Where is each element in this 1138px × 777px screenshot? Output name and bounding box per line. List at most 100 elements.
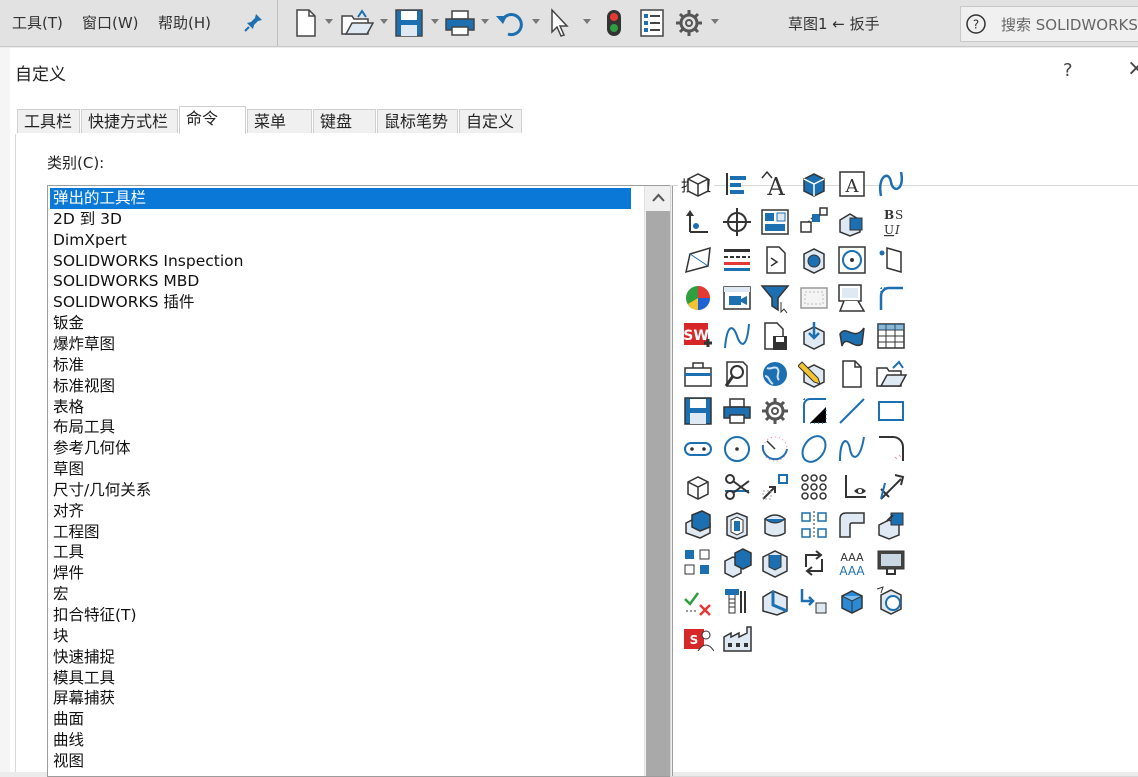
pattern-dots-icon[interactable] xyxy=(798,471,830,503)
toolbox-icon[interactable] xyxy=(682,358,714,390)
circle-icon[interactable] xyxy=(721,433,753,465)
undo-dropdown-icon[interactable] xyxy=(532,19,540,24)
box-3d-icon[interactable] xyxy=(798,168,830,200)
perpendicular-icon[interactable] xyxy=(836,471,868,503)
scroll-thumb[interactable] xyxy=(646,211,671,776)
sketch-fillet-icon[interactable] xyxy=(875,433,907,465)
category-item[interactable]: 2D 到 3D xyxy=(50,209,631,230)
globe-icon[interactable] xyxy=(759,358,791,390)
open-folder-icon[interactable] xyxy=(340,8,374,38)
shell-icon[interactable] xyxy=(721,509,753,541)
letter-a-icon[interactable]: A xyxy=(836,168,868,200)
align-left-icon[interactable] xyxy=(721,168,753,200)
color-wheel-icon[interactable] xyxy=(682,282,714,314)
category-item[interactable]: SOLIDWORKS 插件 xyxy=(50,292,631,313)
print-dropdown-icon[interactable] xyxy=(481,19,489,24)
category-scrollbar[interactable] xyxy=(644,186,672,776)
text-aaa-icon[interactable]: AAA AAA xyxy=(836,547,868,579)
options-dropdown-icon[interactable] xyxy=(711,19,719,24)
rotate-arrows-icon[interactable] xyxy=(798,547,830,579)
category-item[interactable]: SOLIDWORKS MBD xyxy=(50,271,631,292)
rebuild-icon[interactable] xyxy=(603,8,625,38)
extrude-icon[interactable] xyxy=(682,509,714,541)
inspect-icon[interactable] xyxy=(875,585,907,617)
category-item[interactable]: 标准视图 xyxy=(50,376,631,397)
category-item[interactable]: 工具 xyxy=(50,542,631,563)
category-item[interactable]: SOLIDWORKS Inspection xyxy=(50,251,631,272)
category-list[interactable]: 弹出的工具栏 2D 到 3D DimXpert SOLIDWORKS Inspecti… xyxy=(47,185,673,777)
monitor-icon[interactable] xyxy=(836,282,868,314)
pattern-icon[interactable] xyxy=(682,547,714,579)
category-item[interactable]: 参考几何体 xyxy=(50,438,631,459)
search-input[interactable]: 搜索 SOLIDWORKS xyxy=(1001,14,1138,35)
revolve-icon[interactable] xyxy=(759,509,791,541)
new-document-icon[interactable] xyxy=(294,8,318,38)
insert-box-icon[interactable] xyxy=(798,320,830,352)
new-dropdown-icon[interactable] xyxy=(325,19,333,24)
open-folder-icon[interactable] xyxy=(875,358,907,390)
blocks-icon[interactable] xyxy=(798,206,830,238)
category-item[interactable]: 焊件 xyxy=(50,563,631,584)
dialog-close-button[interactable]: × xyxy=(1127,56,1138,81)
category-item[interactable]: 草图 xyxy=(50,459,631,480)
ellipse-icon[interactable] xyxy=(798,433,830,465)
insert-part-icon[interactable] xyxy=(875,509,907,541)
help-question-icon[interactable]: ? xyxy=(965,13,987,35)
category-item[interactable]: 曲线 xyxy=(50,730,631,751)
sw-add-icon[interactable]: SW xyxy=(682,320,714,352)
undo-icon[interactable] xyxy=(494,8,526,38)
category-item[interactable]: 布局工具 xyxy=(50,417,631,438)
category-item[interactable]: 工程图 xyxy=(50,522,631,543)
print-icon[interactable] xyxy=(721,395,753,427)
trim-scissors-icon[interactable] xyxy=(721,471,753,503)
zoom-search-icon[interactable] xyxy=(721,358,753,390)
category-item[interactable]: 曲面 xyxy=(50,709,631,730)
corner-rect-icon[interactable] xyxy=(798,395,830,427)
category-item[interactable]: 弹出的工具栏 xyxy=(50,188,631,209)
blank-doc-icon[interactable] xyxy=(836,358,868,390)
category-item[interactable]: 宏 xyxy=(50,584,631,605)
screw-icon[interactable] xyxy=(721,585,753,617)
plane-point-icon[interactable] xyxy=(875,244,907,276)
crosshair-icon[interactable] xyxy=(721,206,753,238)
circle-target-icon[interactable] xyxy=(836,244,868,276)
table-grid-icon[interactable] xyxy=(875,320,907,352)
fillet-corner-icon[interactable] xyxy=(875,282,907,314)
select-cursor-icon[interactable] xyxy=(547,8,573,38)
pin-icon[interactable] xyxy=(244,12,264,32)
dialog-help-button[interactable]: ? xyxy=(1063,60,1073,81)
menu-window[interactable]: 窗口(W) xyxy=(82,12,139,33)
pencil-part-icon[interactable] xyxy=(797,358,830,390)
category-item[interactable]: 尺寸/几何关系 xyxy=(50,480,631,501)
category-item[interactable]: 视图 xyxy=(50,751,631,772)
line-icon[interactable] xyxy=(836,395,868,427)
spline-curve-icon[interactable] xyxy=(836,433,868,465)
cut-icon[interactable] xyxy=(759,547,791,579)
factory-icon[interactable] xyxy=(721,623,753,655)
spline-icon[interactable] xyxy=(721,320,753,352)
fillet-icon[interactable] xyxy=(836,509,868,541)
grid-select-icon[interactable] xyxy=(798,282,830,314)
curve-icon[interactable] xyxy=(875,168,907,200)
category-item[interactable]: 爆炸草图 xyxy=(50,334,631,355)
weld-icon[interactable] xyxy=(759,585,791,617)
menu-tools[interactable]: 工具(T) xyxy=(12,12,63,33)
options-gear-icon[interactable] xyxy=(674,8,704,38)
sketch-origin-icon[interactable] xyxy=(682,206,714,238)
camera-icon[interactable] xyxy=(721,282,753,314)
tab-mouse-gestures[interactable]: 鼠标笔势 xyxy=(377,109,458,133)
slot-icon[interactable] xyxy=(682,433,714,465)
mirror-icon[interactable] xyxy=(798,509,830,541)
save-icon[interactable] xyxy=(682,395,714,427)
open-dropdown-icon[interactable] xyxy=(380,19,388,24)
select-dropdown-icon[interactable] xyxy=(583,19,591,24)
display-icon[interactable] xyxy=(875,547,907,579)
tab-commands[interactable]: 命令 xyxy=(179,106,246,134)
category-item[interactable]: 对齐 xyxy=(50,501,631,522)
hole-cube-icon[interactable] xyxy=(798,244,830,276)
arc-icon[interactable] xyxy=(759,433,791,465)
file-properties-icon[interactable] xyxy=(638,8,666,38)
tab-shortcut-bar[interactable]: 快捷方式栏 xyxy=(81,109,178,133)
category-item[interactable]: 块 xyxy=(50,626,631,647)
category-item[interactable]: DimXpert xyxy=(50,230,631,251)
